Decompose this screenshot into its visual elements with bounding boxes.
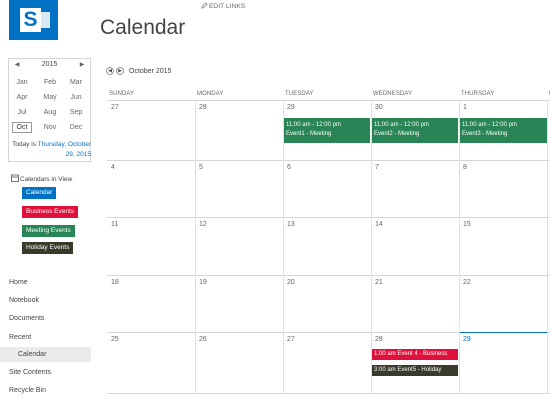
grid-line <box>459 100 460 394</box>
day-cell-number[interactable]: 4 <box>111 164 115 171</box>
month-feb[interactable]: Feb <box>40 77 60 88</box>
calendar-overlay-holiday-events[interactable]: Holiday Events <box>22 242 74 254</box>
day-cell-number[interactable]: 11 <box>111 221 118 228</box>
grid-line <box>195 100 196 394</box>
month-may[interactable]: May <box>40 92 60 103</box>
day-cell-number[interactable]: 1 <box>463 104 467 111</box>
day-cell-number[interactable]: 22 <box>463 279 471 286</box>
month-oct[interactable]: Oct <box>12 122 32 133</box>
calendar-event[interactable]: 11:00 am - 12:00 pm Event3 - Meeting <box>460 118 547 143</box>
day-cell-number[interactable]: 20 <box>287 279 295 286</box>
current-month-label: October 2015 <box>129 68 172 75</box>
day-cell-number[interactable]: 12 <box>199 221 207 228</box>
day-cell-number[interactable]: 21 <box>375 279 383 286</box>
day-cell-number[interactable]: 25 <box>111 336 119 343</box>
day-header: TUESDAY <box>285 91 314 97</box>
today-link[interactable]: Thursday, October 29, 2015 <box>38 141 91 158</box>
grid-line <box>107 217 550 218</box>
event-title: Event3 - Meeting <box>462 131 508 137</box>
event-time: 11:00 am - 12:00 pm <box>374 122 429 128</box>
month-jul[interactable]: Jul <box>12 107 32 118</box>
grid-line <box>283 100 284 394</box>
nav-item-site-contents[interactable]: Site Contents <box>9 369 51 376</box>
edit-links-label: EDIT LINKS <box>209 3 246 10</box>
nav-item-home[interactable]: Home <box>9 279 28 286</box>
grid-line <box>107 393 550 394</box>
grid-line <box>107 275 550 276</box>
event-title: Event 4 - Business <box>397 351 448 357</box>
next-month-icon[interactable]: ▶ <box>116 67 124 75</box>
sharepoint-logo[interactable]: S <box>9 0 58 40</box>
day-cell-number[interactable]: 27 <box>287 336 295 343</box>
month-dec[interactable]: Dec <box>66 122 86 133</box>
calendar-overlay-business-events[interactable]: Business Events <box>22 206 79 218</box>
prev-month-icon[interactable]: ◀ <box>106 67 114 75</box>
nav-item-recycle-bin[interactable]: Recycle Bin <box>9 387 46 394</box>
calendar-event[interactable]: 11:00 am - 12:00 pm Event2 - Meeting <box>372 118 458 143</box>
calendar-event[interactable]: 1:00 am Event 4 - Business <box>372 349 458 360</box>
month-sep[interactable]: Sep <box>66 107 86 118</box>
calendar-event[interactable]: 11:00 am - 12:00 pm Event1 - Meeting <box>284 118 370 143</box>
page-title: Calendar <box>100 16 186 39</box>
day-cell-number[interactable]: 29 <box>287 104 295 111</box>
day-cell-number[interactable]: 6 <box>287 164 291 171</box>
day-header: WEDNESDAY <box>373 91 413 97</box>
day-cell-number[interactable]: 26 <box>199 336 207 343</box>
month-jun[interactable]: Jun <box>66 92 86 103</box>
day-cell-number[interactable]: 15 <box>463 221 471 228</box>
calendar-event[interactable]: 3:00 am Event5 - Holiday <box>372 365 458 376</box>
calendars-in-view-title: Calendars in View <box>11 174 72 183</box>
day-cell-number[interactable]: 5 <box>199 164 203 171</box>
month-aug[interactable]: Aug <box>40 107 60 118</box>
day-header: SUNDAY <box>109 91 135 97</box>
grid-line <box>547 100 548 394</box>
event-time: 1:00 am <box>374 351 396 357</box>
today-prefix: Today is <box>12 141 38 148</box>
next-year-arrow-icon[interactable]: ▶ <box>78 61 86 69</box>
event-title: Event5 - Holiday <box>397 367 442 373</box>
day-cell-number[interactable]: 18 <box>111 279 119 286</box>
calendar-overlay-meeting-events[interactable]: Meeting Events <box>22 225 75 237</box>
day-cell-number[interactable]: 29 <box>463 336 471 343</box>
day-cell-number[interactable]: 28 <box>375 336 383 343</box>
month-nov[interactable]: Nov <box>40 122 60 133</box>
day-cell-number[interactable]: 8 <box>463 164 467 171</box>
day-cell-number[interactable]: 14 <box>375 221 383 228</box>
month-apr[interactable]: Apr <box>12 92 32 103</box>
event-time: 11:00 am - 12:00 pm <box>462 122 517 128</box>
today-text: Today is Thursday, October 29, 2015 <box>11 140 91 160</box>
day-header: MONDAY <box>197 91 224 97</box>
event-time: 11:00 am - 12:00 pm <box>286 122 341 128</box>
nav-item-recent[interactable]: Recent <box>9 334 31 341</box>
day-cell-number[interactable]: 7 <box>375 164 379 171</box>
grid-line <box>107 100 550 101</box>
day-cell-number[interactable]: 30 <box>375 104 383 111</box>
nav-item-documents[interactable]: Documents <box>9 315 44 322</box>
nav-item-calendar[interactable]: Calendar <box>18 351 46 358</box>
event-title: Event1 - Meeting <box>286 131 332 137</box>
calendar-icon <box>11 174 19 182</box>
event-title: Event2 - Meeting <box>374 131 420 137</box>
today-indicator <box>460 332 547 333</box>
edit-links-button[interactable]: EDIT LINKS <box>201 2 245 10</box>
day-cell-number[interactable]: 19 <box>199 279 207 286</box>
month-jan[interactable]: Jan <box>12 77 32 88</box>
day-cell-number[interactable]: 13 <box>287 221 295 228</box>
grid-line <box>107 160 550 161</box>
day-cell-number[interactable]: 27 <box>111 104 119 111</box>
calendar-overlay-calendar[interactable]: Calendar <box>22 187 57 199</box>
month-calendar-grid: SUNDAYMONDAYTUESDAYWEDNESDAYTHURSDAYF272… <box>107 89 550 394</box>
event-time: 3:00 am <box>374 367 396 373</box>
month-mar[interactable]: Mar <box>66 77 86 88</box>
date-picker: ◀ 2015 ▶ Jan Feb Mar Apr May Jun Jul Aug Sep Oct N… <box>8 58 91 162</box>
pencil-icon <box>201 2 208 9</box>
nav-item-notebook[interactable]: Notebook <box>9 297 39 304</box>
day-cell-number[interactable]: 28 <box>199 104 207 111</box>
day-header: THURSDAY <box>461 91 495 97</box>
